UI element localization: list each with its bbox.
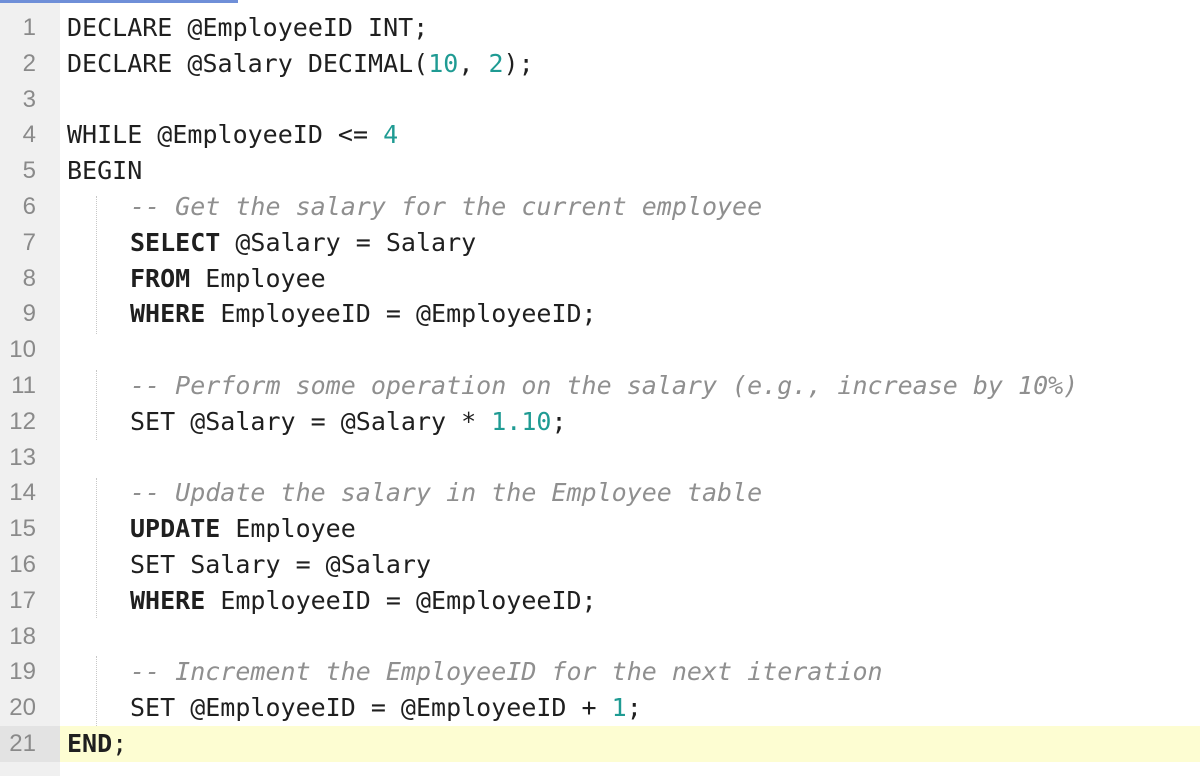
code-line[interactable]: 6 -- Get the salary for the current emplo…: [0, 189, 1200, 225]
line-number: 10: [9, 336, 36, 364]
code-keyword: SELECT: [130, 227, 221, 257]
code-line[interactable]: 20 SET @EmployeeID = @EmployeeID + 1;: [0, 690, 1200, 726]
code-comment: -- Increment the EmployeeID for the next…: [130, 657, 883, 687]
line-number: 6: [22, 193, 36, 220]
code-line[interactable]: 18: [0, 619, 1200, 655]
code-line[interactable]: 7 SELECT @Salary = Salary: [0, 225, 1200, 261]
line-number: 4: [22, 121, 36, 149]
code-line[interactable]: 5 BEGIN: [0, 153, 1200, 189]
code-token: ;: [112, 729, 128, 758]
line-number: 17: [9, 586, 36, 614]
code-token: DECLARE @Salary DECIMAL(: [67, 48, 429, 78]
code-text[interactable]: SET Salary = @Salary: [130, 547, 431, 583]
line-number: 15: [9, 515, 36, 543]
code-line[interactable]: 9 WHERE EmployeeID = @EmployeeID;: [0, 296, 1200, 332]
code-line[interactable]: 3: [0, 82, 1200, 118]
code-line[interactable]: 15 UPDATE Employee: [0, 511, 1200, 547]
code-line[interactable]: 12 SET @Salary = @Salary * 1.10;: [0, 404, 1200, 440]
code-token: Employee: [220, 514, 356, 544]
line-number: 19: [9, 658, 36, 686]
code-text[interactable]: DECLARE @EmployeeID INT;: [67, 10, 428, 46]
code-keyword: UPDATE: [130, 514, 221, 544]
code-comment: -- Update the salary in the Employee tab…: [130, 478, 763, 508]
current-line[interactable]: 21 END;: [0, 726, 1200, 762]
code-number: 1: [611, 693, 627, 723]
code-token: Employee: [190, 263, 326, 293]
code-number: 2: [488, 48, 504, 78]
code-text[interactable]: BEGIN: [67, 153, 142, 189]
code-text[interactable]: UPDATE Employee: [130, 511, 356, 547]
line-number: 3: [22, 85, 36, 113]
code-token: WHILE @EmployeeID <=: [67, 120, 384, 150]
code-line[interactable]: 13: [0, 440, 1200, 476]
code-text[interactable]: -- Perform some operation on the salary …: [130, 368, 1078, 404]
code-editor[interactable]: 1 DECLARE @EmployeeID INT; 2 DECLARE @Salar…: [0, 0, 1200, 776]
code-text[interactable]: WHERE EmployeeID = @EmployeeID;: [130, 583, 597, 619]
indent-guide: [96, 196, 97, 334]
code-token: ;: [626, 693, 642, 723]
code-line[interactable]: 19 -- Increment the EmployeeID for the ne…: [0, 654, 1200, 690]
line-number: 5: [22, 157, 36, 185]
code-line[interactable]: 16 SET Salary = @Salary: [0, 547, 1200, 583]
line-number: 8: [22, 264, 36, 292]
code-comment: -- Perform some operation on the salary …: [130, 371, 1079, 400]
code-token: SET Salary = @Salary: [130, 550, 432, 579]
line-number: 13: [9, 443, 36, 471]
current-line-highlight: [60, 726, 1200, 762]
tab-indicator: [0, 0, 238, 3]
code-text[interactable]: END;: [67, 726, 127, 762]
code-text[interactable]: -- Increment the EmployeeID for the next…: [130, 654, 883, 690]
code-text[interactable]: -- Update the salary in the Employee tab…: [130, 475, 762, 511]
code-line[interactable]: 8 FROM Employee: [0, 261, 1200, 297]
code-token: );: [503, 48, 534, 78]
line-number: 12: [9, 407, 36, 435]
code-number: 10: [428, 48, 459, 78]
code-token: EmployeeID = @EmployeeID;: [205, 299, 597, 329]
code-token: DECLARE @EmployeeID INT;: [67, 13, 429, 42]
code-line[interactable]: 4 WHILE @EmployeeID <= 4: [0, 117, 1200, 153]
line-number: 1: [22, 14, 36, 41]
code-text[interactable]: -- Get the salary for the current employ…: [130, 189, 762, 225]
indent-guide: [96, 370, 97, 440]
indent-guide: [96, 656, 97, 726]
code-token: BEGIN: [67, 156, 143, 186]
code-token: ;: [551, 406, 567, 436]
line-number: 7: [22, 228, 36, 256]
code-text[interactable]: WHERE EmployeeID = @EmployeeID;: [130, 296, 597, 332]
code-text[interactable]: SET @Salary = @Salary * 1.10;: [130, 404, 567, 440]
code-token: SET @Salary = @Salary *: [130, 406, 492, 436]
line-number: 16: [9, 551, 36, 578]
line-number: 20: [9, 694, 36, 722]
code-keyword: END: [67, 729, 113, 758]
code-keyword: WHERE: [130, 299, 206, 329]
code-text[interactable]: FROM Employee: [130, 261, 326, 297]
code-line[interactable]: 17 WHERE EmployeeID = @EmployeeID;: [0, 583, 1200, 619]
code-number: 4: [383, 120, 399, 150]
code-token: SET @EmployeeID = @EmployeeID +: [130, 693, 612, 723]
line-number: 9: [22, 300, 36, 328]
indent-guide: [96, 478, 97, 618]
code-line[interactable]: 1 DECLARE @EmployeeID INT;: [0, 10, 1200, 46]
line-number: 21: [9, 730, 36, 757]
code-number: 1.10: [491, 406, 552, 436]
code-token: ,: [458, 48, 489, 78]
code-text[interactable]: WHILE @EmployeeID <= 4: [67, 117, 398, 153]
code-text[interactable]: DECLARE @Salary DECIMAL(10, 2);: [67, 46, 534, 82]
code-keyword: FROM: [130, 263, 191, 293]
code-line[interactable]: 11 -- Perform some operation on the salar…: [0, 368, 1200, 404]
code-token: EmployeeID = @EmployeeID;: [205, 585, 597, 615]
line-number: 14: [9, 479, 36, 507]
line-number: 2: [22, 49, 36, 77]
code-comment: -- Get the salary for the current employ…: [130, 192, 763, 221]
code-line[interactable]: 14 -- Update the salary in the Employee t…: [0, 475, 1200, 511]
code-line[interactable]: 10: [0, 332, 1200, 368]
code-line[interactable]: 2 DECLARE @Salary DECIMAL(10, 2);: [0, 46, 1200, 82]
code-text[interactable]: SELECT @Salary = Salary: [130, 225, 476, 261]
line-number: 18: [9, 622, 36, 650]
line-number: 11: [11, 372, 36, 399]
code-token: @Salary = Salary: [220, 227, 477, 257]
code-text[interactable]: SET @EmployeeID = @EmployeeID + 1;: [130, 690, 642, 726]
code-keyword: WHERE: [130, 585, 206, 615]
